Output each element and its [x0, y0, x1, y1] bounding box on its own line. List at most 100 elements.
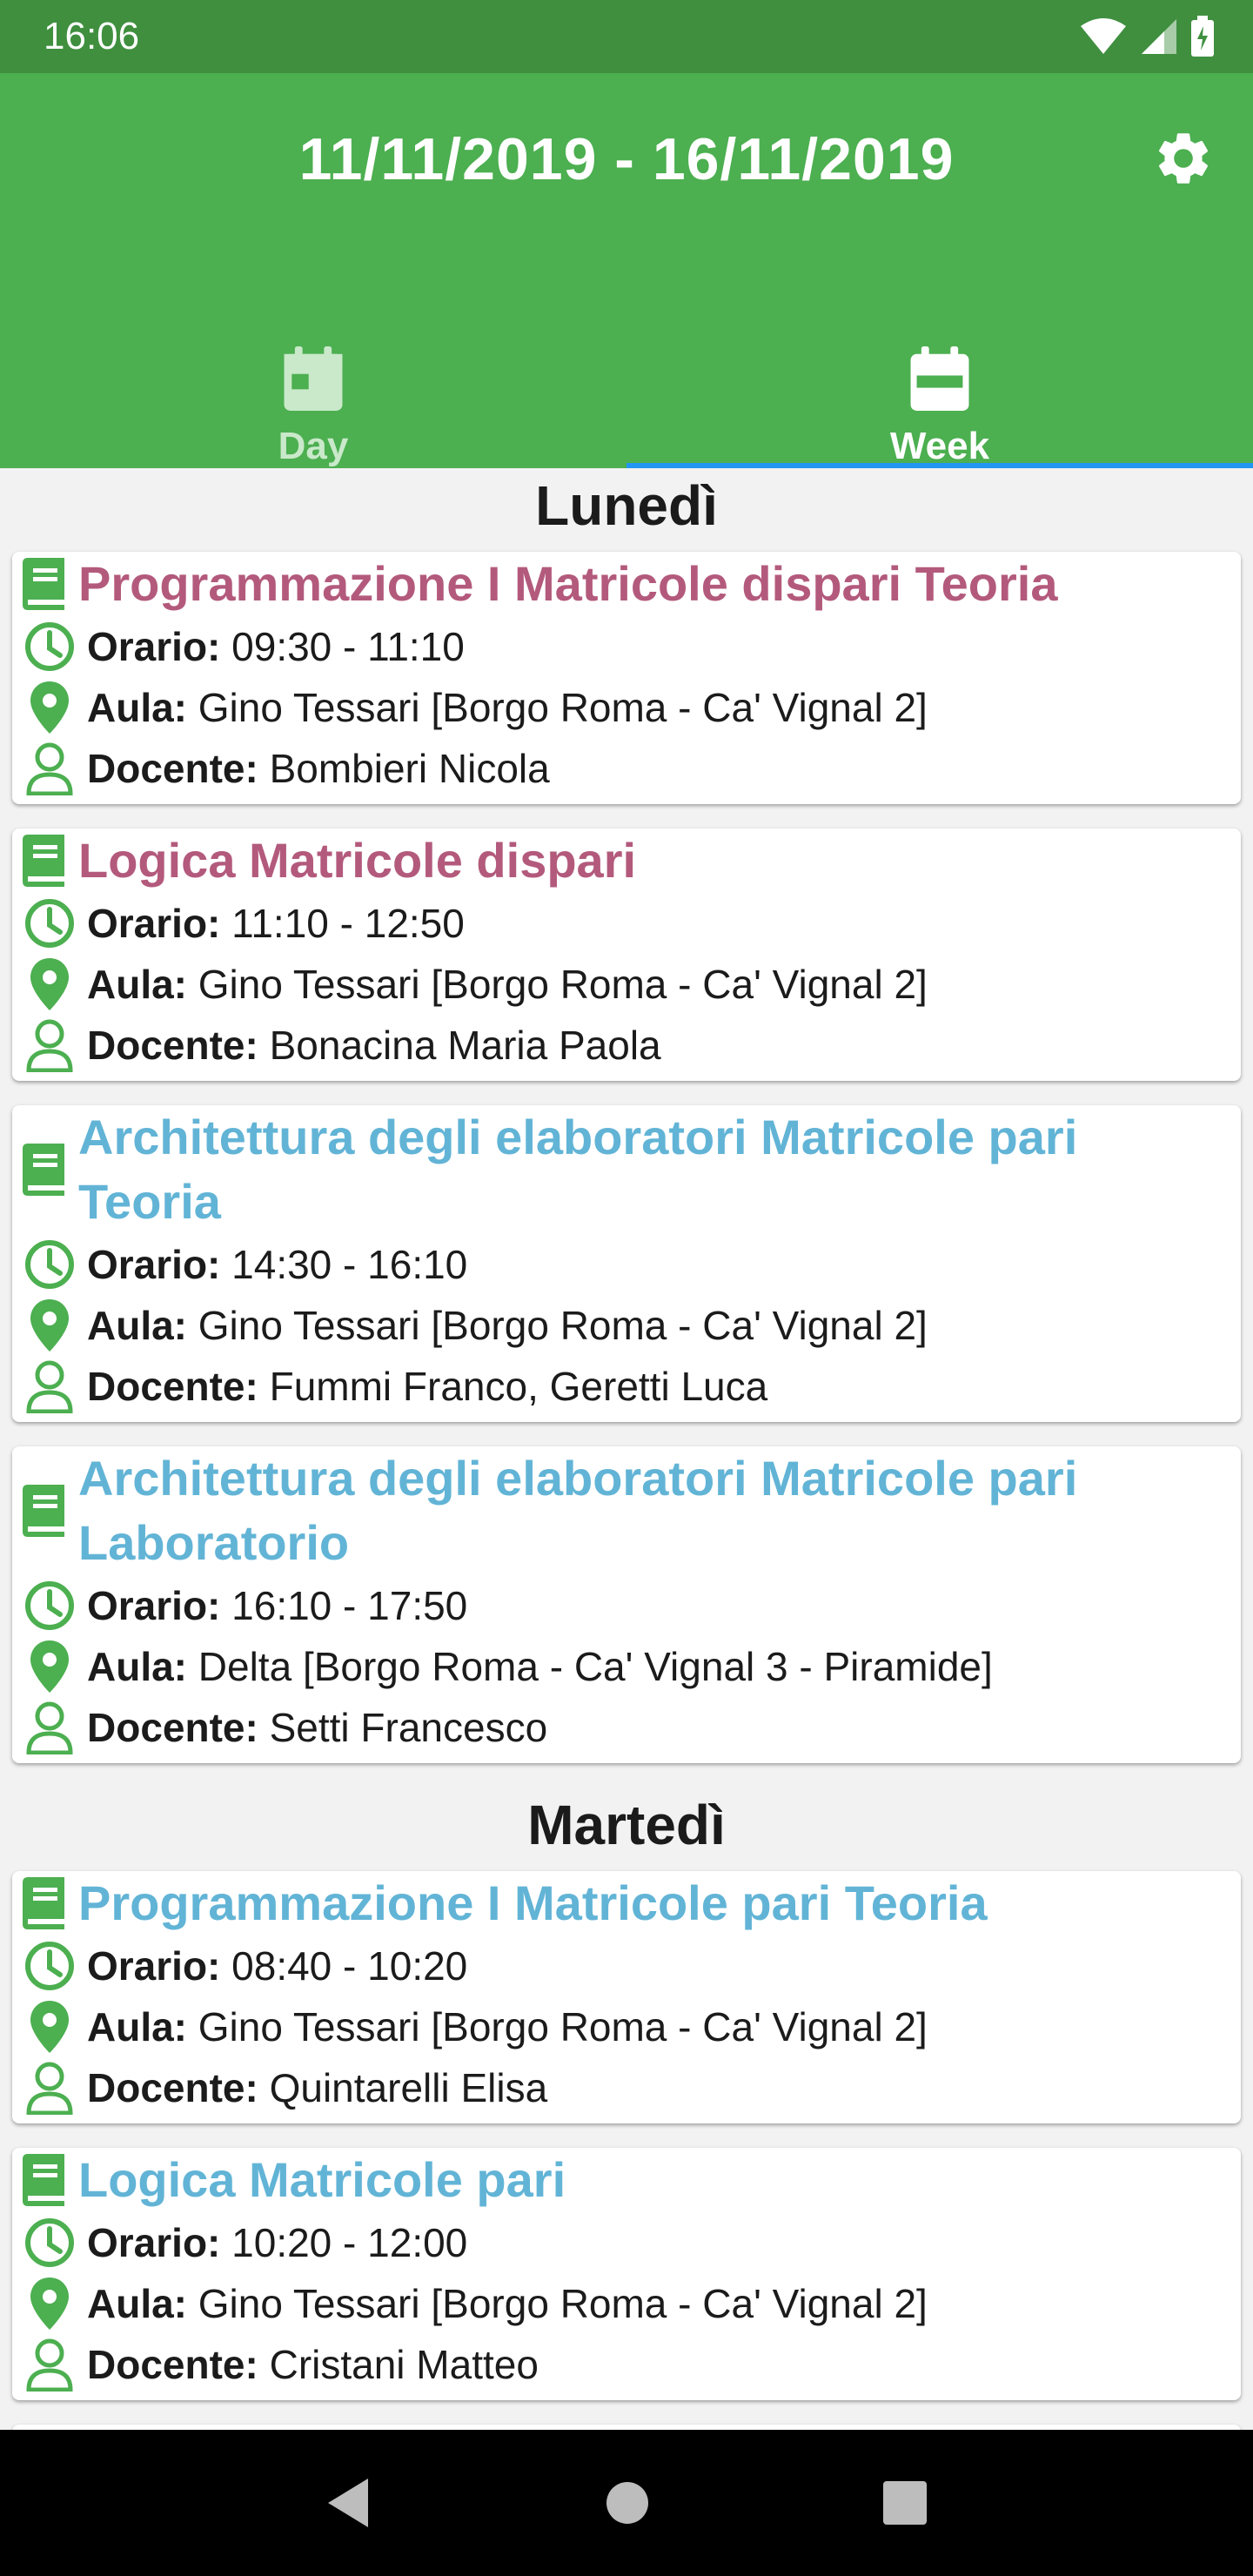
tab-day[interactable]: Day	[0, 266, 626, 468]
lesson-teacher-row: Docente: Cristani Matteo	[12, 2334, 1227, 2395]
battery-icon	[1191, 16, 1214, 57]
lesson-time-row: Orario: 10:20 - 12:00	[12, 2212, 1227, 2273]
lesson-teacher-value: Bombieri Nicola	[258, 746, 550, 791]
home-icon[interactable]	[604, 2479, 651, 2526]
lesson-time-value: 08:40 - 10:20	[220, 1943, 468, 1989]
lesson-room-value: Gino Tessari [Borgo Roma - Ca' Vignal 2]	[187, 2281, 928, 2326]
lesson-room: Aula: Gino Tessari [Borgo Roma - Ca' Vig…	[87, 961, 928, 1008]
lesson-title: Programmazione I Matricole dispari Teori…	[78, 556, 1058, 611]
lesson-room-label: Aula:	[87, 2281, 187, 2326]
lesson-time-row: Orario: 14:30 - 16:10	[12, 1234, 1227, 1295]
lesson-teacher: Docente: Fummi Franco, Geretti Luca	[87, 1363, 767, 1410]
day-header: Martedì	[527, 1794, 726, 1856]
lesson-room: Aula: Gino Tessari [Borgo Roma - Ca' Vig…	[87, 1302, 928, 1349]
lesson-teacher: Docente: Bonacina Maria Paola	[87, 1022, 661, 1069]
user-icon	[26, 2338, 73, 2392]
lesson-title: Architettura degli elaboratori Matricole…	[78, 1451, 1078, 1570]
lesson-teacher-value: Quintarelli Elisa	[258, 2065, 548, 2110]
lesson-title-row: Architettura degli elaboratori Matricole…	[12, 1446, 1227, 1575]
lesson-teacher-row: Docente: Setti Francesco	[12, 1697, 1227, 1758]
location-pin-icon	[30, 958, 69, 1010]
room-icon-wrap	[12, 956, 87, 1012]
lesson-title: Logica Matricole dispari	[78, 833, 637, 888]
lesson-teacher-value: Bonacina Maria Paola	[258, 1023, 661, 1068]
lesson-time-label: Orario:	[87, 2220, 221, 2265]
lesson-time-value: 11:10 - 12:50	[220, 901, 465, 946]
app-bar: 11/11/2019 - 16/11/2019 Day Week	[0, 73, 1253, 468]
lesson-teacher-label: Docente:	[87, 1705, 258, 1750]
lesson-room-value: Delta [Borgo Roma - Ca' Vignal 3 - Piram…	[187, 1644, 993, 1689]
clock-icon	[25, 1240, 74, 1289]
lesson-time-row: Orario: 11:10 - 12:50	[12, 893, 1227, 954]
book-icon-wrap	[12, 1875, 78, 1931]
week-schedule-list[interactable]: Lunedì Programmazione I Matricole dispari…	[0, 468, 1253, 2430]
lesson-teacher: Docente: Quintarelli Elisa	[87, 2064, 547, 2111]
lesson-card[interactable]: Architettura degli elaboratori Matricole…	[12, 1105, 1241, 1422]
lesson-room-value: Gino Tessari [Borgo Roma - Ca' Vignal 2]	[187, 685, 928, 730]
lesson-card[interactable]: Programmazione I Matricole dispari Teori…	[12, 552, 1241, 804]
lesson-room: Aula: Gino Tessari [Borgo Roma - Ca' Vig…	[87, 2280, 928, 2327]
teacher-icon-wrap	[12, 2338, 87, 2392]
location-pin-icon	[30, 681, 69, 734]
page-title: 11/11/2019 - 16/11/2019	[298, 126, 955, 192]
user-icon	[26, 1360, 73, 1413]
lesson-time-label: Orario:	[87, 1943, 221, 1989]
time-icon-wrap	[12, 2217, 87, 2269]
lesson-teacher: Docente: Setti Francesco	[87, 1704, 547, 1751]
time-icon-wrap	[12, 1580, 87, 1632]
lesson-card[interactable]: Logica Matricole pari Orario: 10:20 - 12:…	[12, 2148, 1241, 2400]
recents-icon[interactable]	[881, 2479, 928, 2526]
lesson-time: Orario: 16:10 - 17:50	[87, 1582, 467, 1629]
wifi-icon	[1081, 18, 1126, 54]
user-icon	[26, 742, 73, 795]
lesson-title-row: Logica Matricole dispari	[12, 828, 1227, 893]
lesson-room: Aula: Gino Tessari [Borgo Roma - Ca' Vig…	[87, 2003, 928, 2050]
gear-icon	[1158, 133, 1209, 184]
lesson-time-label: Orario:	[87, 1583, 221, 1628]
lesson-room: Aula: Gino Tessari [Borgo Roma - Ca' Vig…	[87, 684, 928, 731]
book-icon-wrap	[12, 1142, 78, 1197]
teacher-icon-wrap	[12, 1018, 87, 1072]
lesson-time: Orario: 10:20 - 12:00	[87, 2219, 467, 2266]
lesson-time-row: Orario: 08:40 - 10:20	[12, 1935, 1227, 1996]
book-icon-wrap	[12, 1483, 78, 1539]
status-bar: 16:06	[0, 0, 1253, 73]
time-icon-wrap	[12, 1238, 87, 1291]
lesson-teacher-label: Docente:	[87, 1364, 258, 1409]
lesson-teacher-row: Docente: Bonacina Maria Paola	[12, 1015, 1227, 1076]
clock-icon	[25, 899, 74, 948]
time-icon-wrap	[12, 621, 87, 673]
lesson-card[interactable]: Logica Matricole dispari Orario: 11:10 - …	[12, 828, 1241, 1081]
lesson-title-row: Architettura degli elaboratori Matricole…	[12, 1105, 1227, 1234]
lesson-room: Aula: Delta [Borgo Roma - Ca' Vignal 3 -…	[87, 1643, 993, 1690]
lesson-teacher-row: Docente: Bombieri Nicola	[12, 738, 1227, 799]
signal-icon	[1142, 19, 1176, 54]
book-icon	[23, 558, 64, 610]
time-icon-wrap	[12, 1940, 87, 1992]
lesson-room-value: Gino Tessari [Borgo Roma - Ca' Vignal 2]	[187, 962, 928, 1007]
lesson-room-label: Aula:	[87, 2004, 187, 2049]
tab-day-label: Day	[278, 425, 349, 467]
location-pin-icon	[30, 1299, 69, 1352]
book-icon	[23, 1485, 64, 1537]
lesson-teacher-row: Docente: Fummi Franco, Geretti Luca	[12, 1356, 1227, 1417]
lesson-card[interactable]: Programmazione I Matricole pari Teoria Or…	[12, 1871, 1241, 2123]
room-icon-wrap	[12, 1298, 87, 1353]
clock-icon	[25, 622, 74, 671]
settings-button[interactable]	[1149, 124, 1218, 193]
lesson-room-label: Aula:	[87, 962, 187, 1007]
tab-week[interactable]: Week	[626, 266, 1253, 468]
book-icon-wrap	[12, 2152, 78, 2208]
teacher-icon-wrap	[12, 741, 87, 795]
lesson-card[interactable]: Architettura degli elaboratori Matricole…	[12, 1446, 1241, 1763]
location-pin-icon	[30, 2277, 69, 2330]
book-icon-wrap	[12, 556, 78, 612]
lesson-time: Orario: 08:40 - 10:20	[87, 1942, 467, 1989]
lesson-teacher-value: Cristani Matteo	[258, 2342, 539, 2387]
book-icon	[23, 1877, 64, 1929]
lesson-time-label: Orario:	[87, 901, 221, 946]
teacher-icon-wrap	[12, 2061, 87, 2115]
lesson-time: Orario: 09:30 - 11:10	[87, 623, 465, 670]
back-icon[interactable]	[325, 2477, 373, 2529]
lesson-title-row: Programmazione I Matricole dispari Teori…	[12, 552, 1227, 616]
